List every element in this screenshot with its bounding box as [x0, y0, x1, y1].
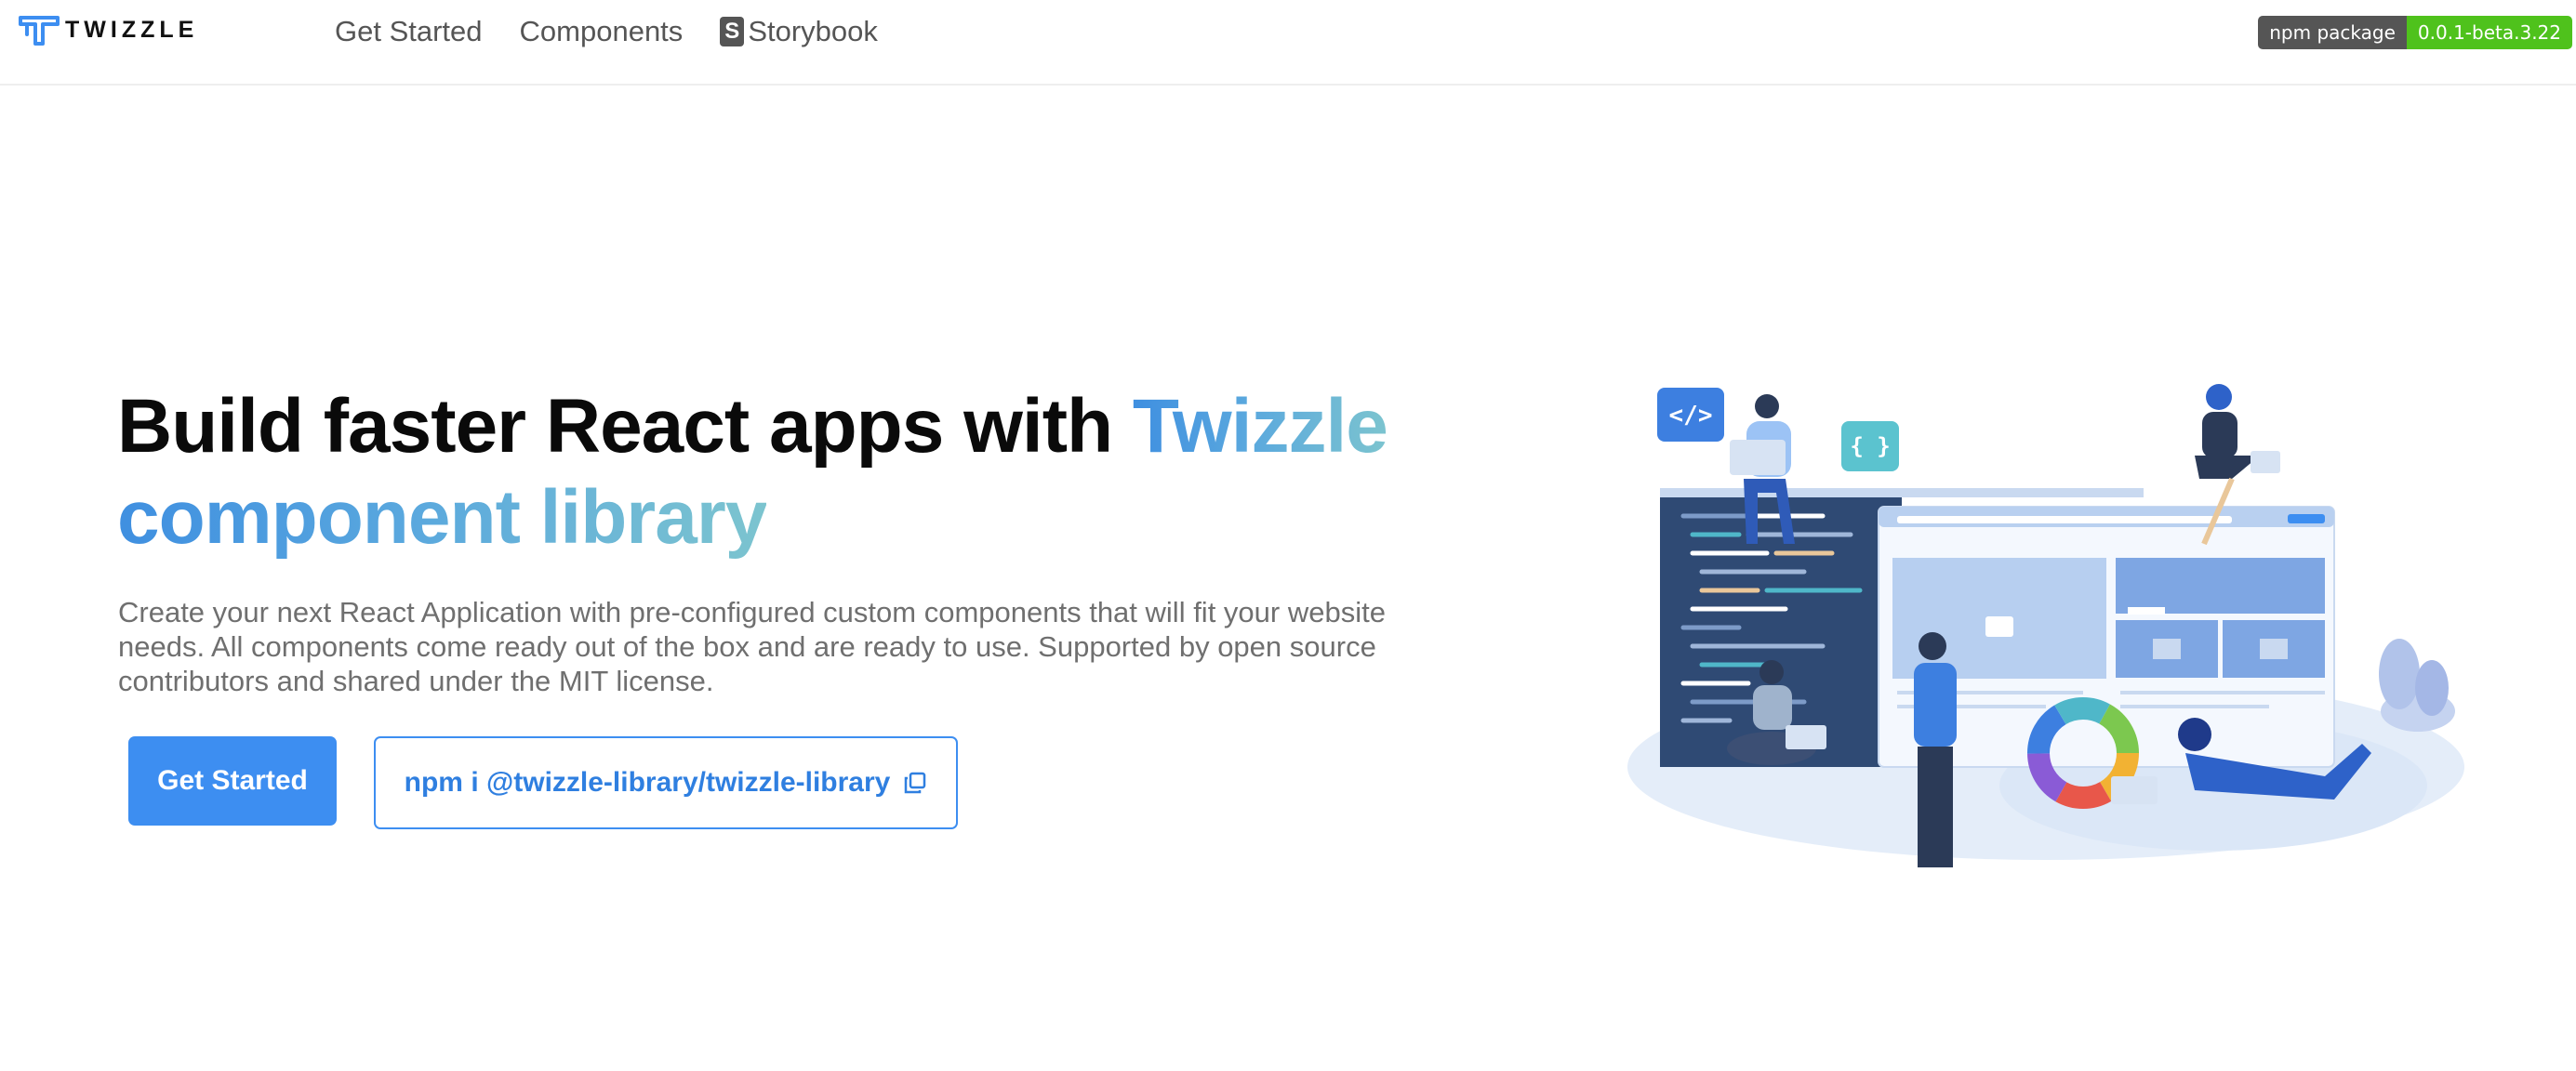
twizzle-logo[interactable]: TWIZZLE: [19, 13, 198, 46]
install-command-text: npm i @twizzle-library/twizzle-library: [404, 767, 891, 798]
logo-wordmark: TWIZZLE: [65, 16, 199, 43]
npm-badge-version: 0.0.1-beta.3.22: [2406, 16, 2572, 49]
get-started-button[interactable]: Get Started: [128, 736, 337, 826]
hero-title-accent-library: component library: [117, 475, 767, 560]
npm-version-badge[interactable]: npm package 0.0.1-beta.3.22: [2258, 16, 2572, 49]
json-badge: { }: [1841, 421, 1899, 471]
hero-title-plain: Build faster React apps with: [117, 384, 1133, 469]
hero-illustration: </> { }: [1627, 384, 2464, 867]
hero-title-accent-twizzle: Twizzle: [1132, 384, 1388, 469]
npm-badge-label: npm package: [2258, 16, 2407, 49]
copy-install-command-button[interactable]: npm i @twizzle-library/twizzle-library: [374, 736, 958, 829]
standing-man-figure: [1914, 632, 1957, 867]
storybook-icon: S: [720, 17, 745, 46]
nav-link-storybook[interactable]: S Storybook: [720, 15, 878, 48]
code-badge-text: </>: [1669, 402, 1713, 430]
hero-description: Create your next React Application with …: [118, 596, 1386, 697]
code-badge: </>: [1657, 388, 1724, 442]
nav-link-get-started[interactable]: Get Started: [335, 15, 483, 48]
nav-link-storybook-label: Storybook: [748, 15, 878, 47]
plant-decoration: [2379, 639, 2455, 732]
nav-link-components[interactable]: Components: [520, 15, 684, 48]
main-nav: Get Started Components S Storybook: [335, 13, 878, 50]
twizzle-logo-icon: [19, 16, 60, 46]
top-navbar: TWIZZLE Get Started Components S Storybo…: [0, 0, 2576, 86]
hero-title: Build faster React apps with Twizzle comp…: [117, 381, 1512, 563]
copy-icon: [905, 772, 926, 794]
json-badge-text: { }: [1850, 433, 1890, 459]
